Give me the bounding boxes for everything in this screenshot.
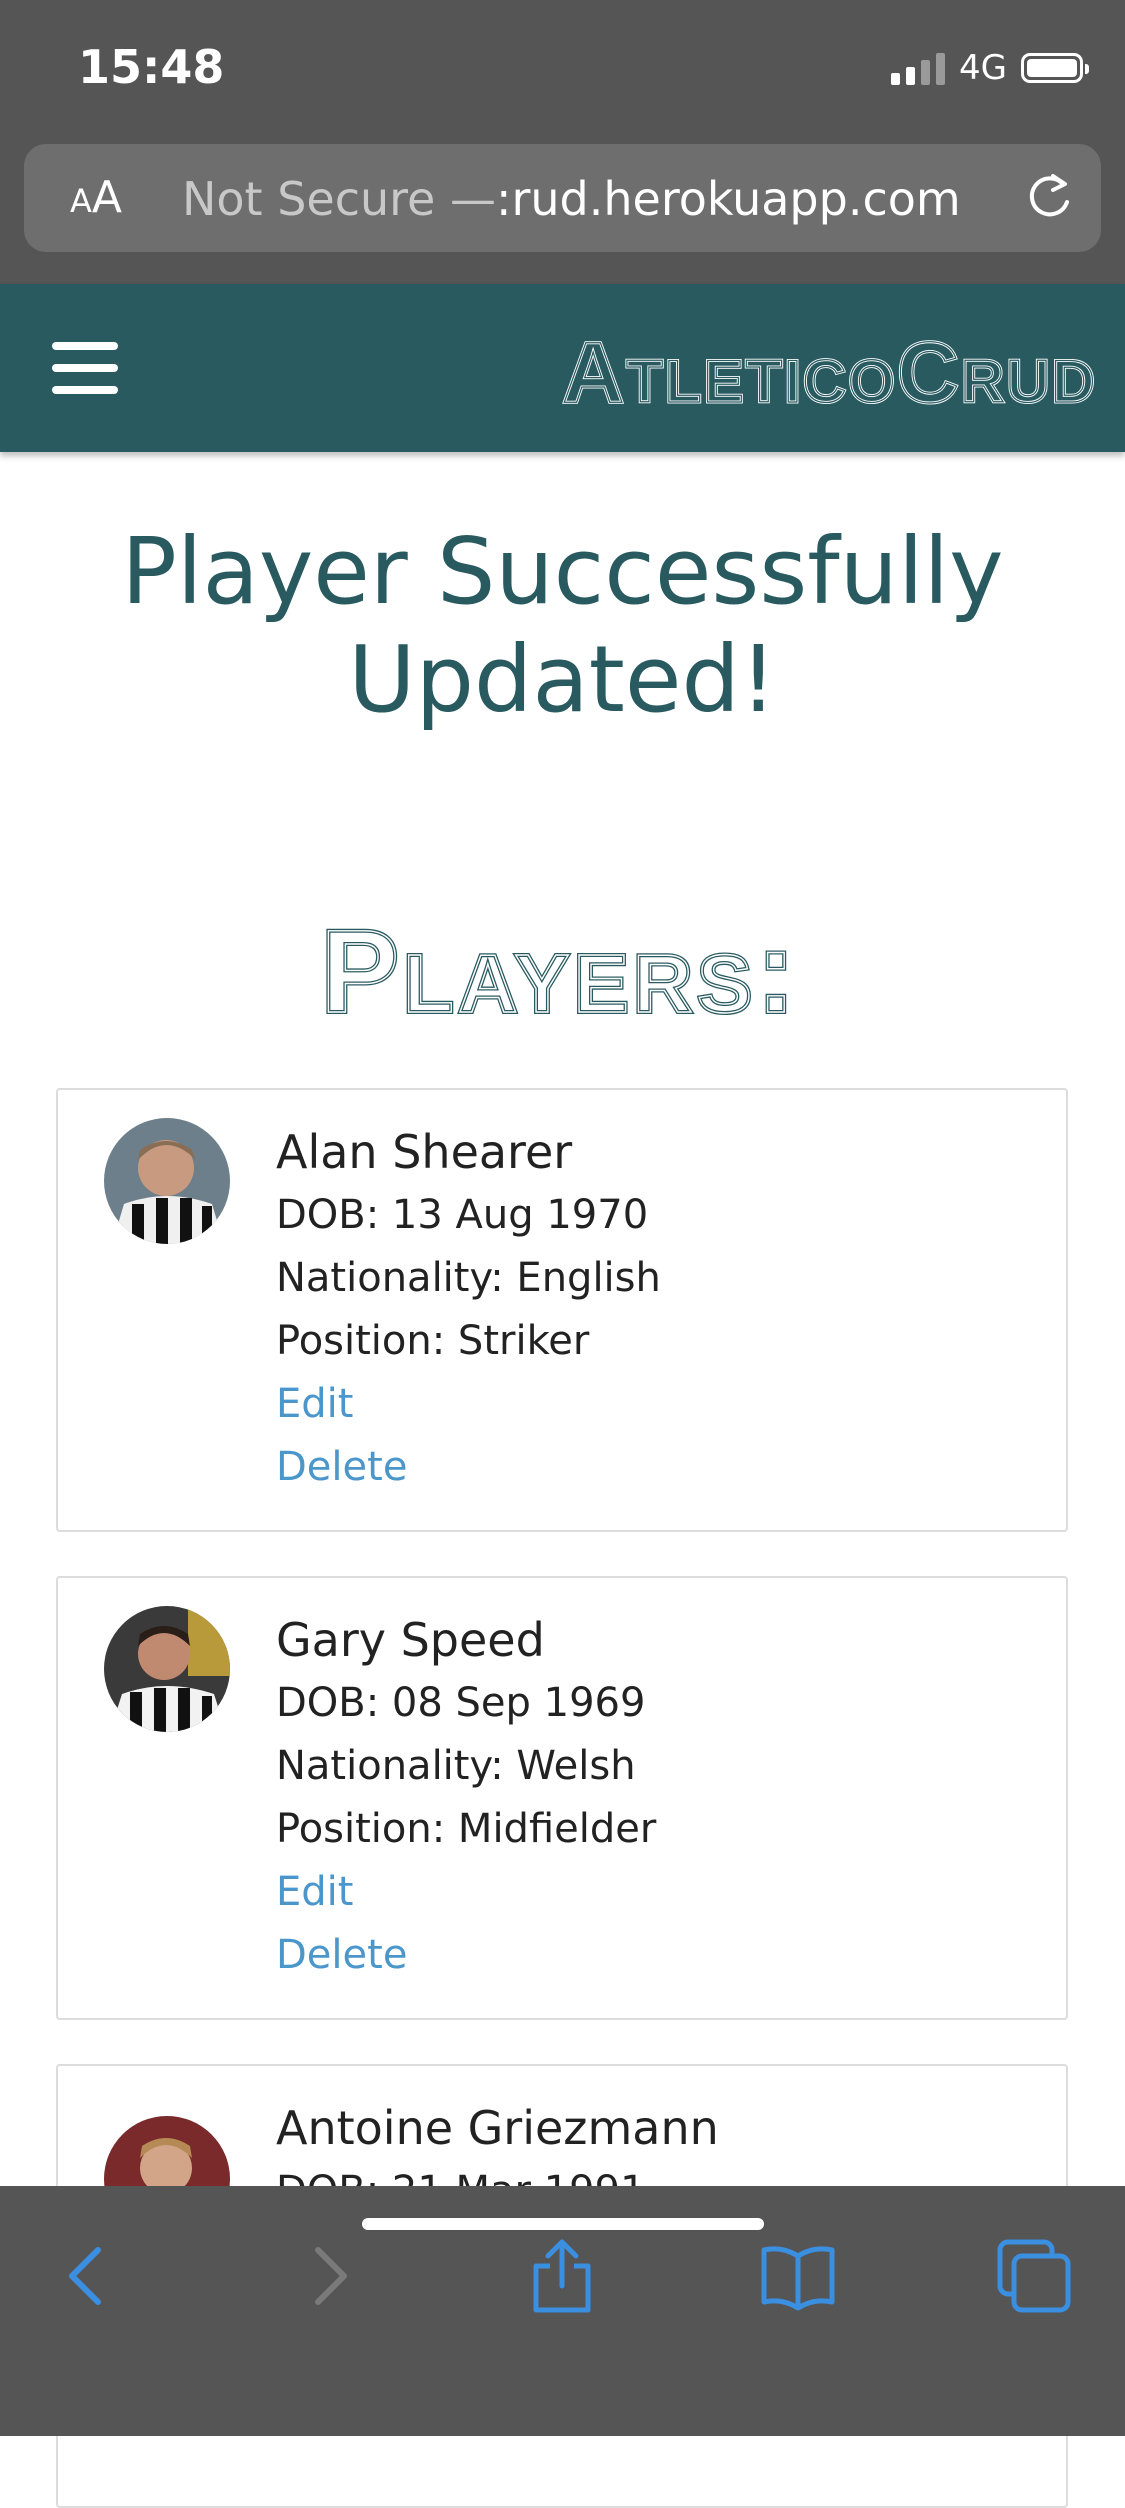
edit-link[interactable]: Edit [276,1373,661,1436]
player-name: Alan Shearer [276,1125,573,1179]
player-position: Position: Striker [276,1318,590,1364]
hamburger-icon[interactable] [52,342,118,394]
players-heading-inner: Players: [320,906,799,1038]
player-card: Gary Speed DOB: 08 Sep 1969 Nationality:… [56,1576,1068,2020]
reader-settings-button[interactable]: AA [70,172,122,223]
tabs-icon[interactable] [994,2236,1074,2316]
battery-icon [1021,53,1089,83]
share-icon[interactable] [522,2236,602,2316]
player-dob: DOB: 08 Sep 1969 [276,1680,646,1726]
forward-icon[interactable] [288,2236,368,2316]
network-label: 4G [959,48,1007,88]
security-label: Not Secure — [182,172,496,226]
player-position: Position: Midfielder [276,1806,657,1852]
player-dob: DOB: 13 Aug 1970 [276,1192,649,1238]
url-host: :rud.herokuapp.com [495,172,961,226]
bookmarks-icon[interactable] [758,2236,838,2316]
status-bar: 15:48 4G [0,0,1125,140]
players-heading: Players: Players: [318,904,799,1040]
brand-text-inner: AtleticoCrud [562,325,1097,414]
signal-icon [891,51,946,85]
site-header: AtleticoCrud AtleticoCrud [0,284,1125,452]
player-card: Alan Shearer DOB: 13 Aug 1970 Nationalit… [56,1088,1068,1532]
status-time: 15:48 [78,40,225,94]
player-avatar [104,1118,230,1244]
delete-link[interactable]: Delete [276,1436,661,1499]
home-indicator [362,2218,764,2230]
flash-message: Player Successfully Updated! [60,518,1065,734]
flash-line-1: Player Successfully [121,518,1004,625]
status-indicators: 4G [891,48,1089,88]
delete-link[interactable]: Delete [276,1924,656,1987]
flash-line-2: Updated! [348,626,777,733]
back-icon[interactable] [48,2236,128,2316]
edit-link[interactable]: Edit [276,1861,656,1924]
url-text[interactable]: Not Secure —:rud.herokuapp.com [182,172,1002,226]
browser-address-area: AA Not Secure —:rud.herokuapp.com [0,140,1125,284]
address-bar[interactable]: AA Not Secure —:rud.herokuapp.com [24,144,1101,252]
player-nationality: Nationality: Welsh [276,1743,636,1789]
player-name: Gary Speed [276,1613,545,1667]
player-nationality: Nationality: English [276,1255,661,1301]
brand-logo[interactable]: AtleticoCrud AtleticoCrud [341,324,1101,414]
player-avatar [104,1606,230,1732]
player-name: Antoine Griezmann [276,2101,719,2155]
reload-icon[interactable] [1023,172,1075,224]
